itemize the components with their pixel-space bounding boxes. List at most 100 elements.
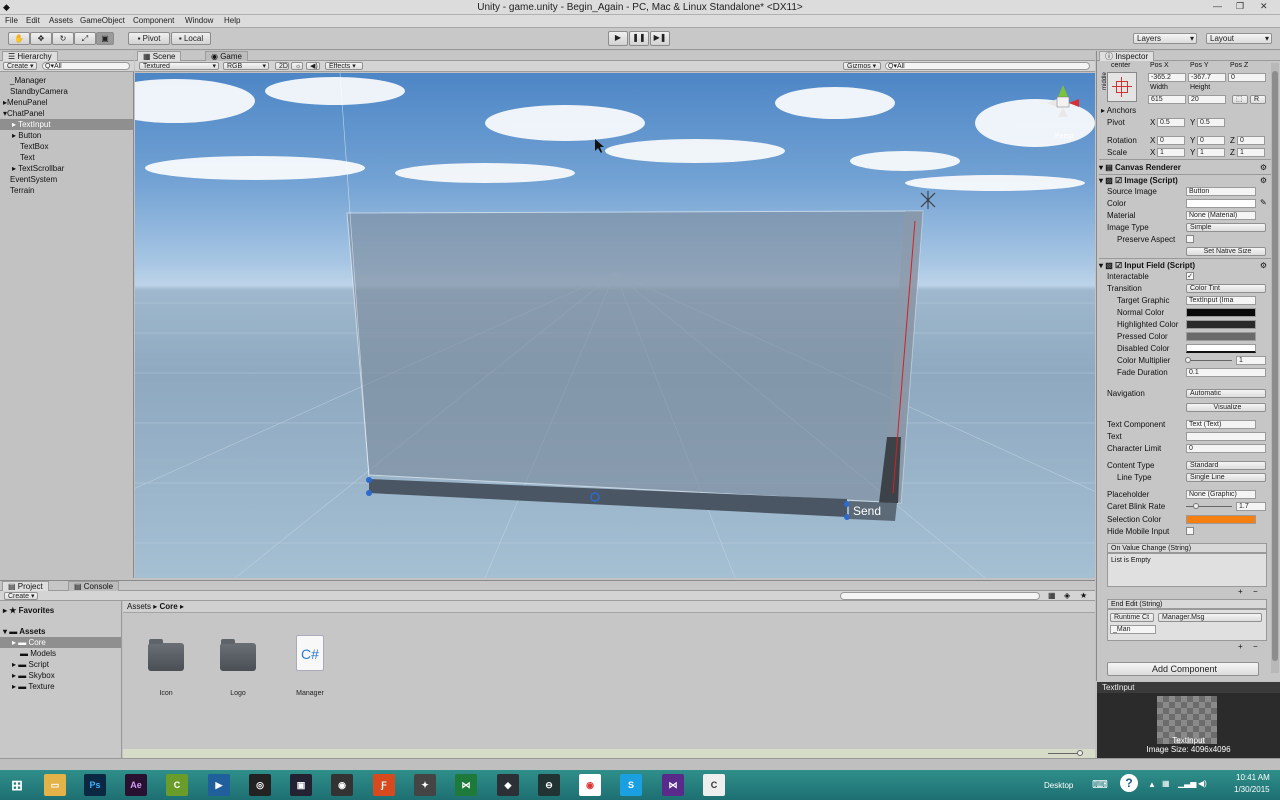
tab-project[interactable]: ▤ Project — [2, 581, 49, 591]
add-event-icon[interactable]: + — [1238, 587, 1243, 596]
hierarchy-item[interactable]: _Manager — [0, 75, 133, 86]
eyedropper-icon[interactable]: ✎ — [1260, 198, 1267, 207]
signal-icon[interactable]: ▁▃▅ — [1178, 779, 1196, 788]
pivot-toggle-button[interactable]: ▪ Pivot — [128, 32, 170, 45]
color-multiplier-slider-thumb[interactable] — [1185, 357, 1191, 363]
height-field[interactable]: 20 — [1188, 95, 1226, 104]
clock-date[interactable]: 1/30/2015 — [1234, 785, 1270, 794]
chrome-icon[interactable]: ◉ — [579, 774, 601, 796]
mode-2d-toggle[interactable]: 2D — [275, 62, 289, 70]
audio-toggle-icon[interactable]: ◀) — [306, 62, 320, 70]
normal-color-swatch[interactable] — [1186, 308, 1256, 317]
scene-search-input[interactable]: Q▾All — [885, 62, 1090, 70]
selection-color-swatch[interactable] — [1186, 515, 1256, 524]
maximize-icon[interactable]: ❐ — [1236, 1, 1244, 12]
photoshop-icon[interactable]: Ps — [84, 774, 106, 796]
hierarchy-item[interactable]: ▸ Button — [0, 130, 133, 141]
media-player-icon[interactable]: ▶ — [208, 774, 230, 796]
interactable-checkbox[interactable]: ✓ — [1186, 272, 1194, 280]
settings-gear-icon[interactable]: ⚙ — [1260, 260, 1267, 272]
chat-panel-quad[interactable] — [346, 210, 924, 504]
add-event-icon[interactable]: + — [1238, 642, 1243, 651]
tray-arrow-icon[interactable]: ▲ — [1148, 780, 1156, 789]
pressed-color-swatch[interactable] — [1186, 332, 1256, 341]
menu-assets[interactable]: Assets — [49, 16, 73, 25]
tab-console[interactable]: ▤ Console — [68, 581, 120, 591]
menu-component[interactable]: Component — [133, 16, 174, 25]
volume-icon[interactable]: ◀) — [1198, 779, 1207, 788]
filezilla-icon[interactable]: Ƒ — [373, 774, 395, 796]
icon-size-slider-thumb[interactable] — [1077, 750, 1083, 756]
preserve-aspect-checkbox[interactable] — [1186, 235, 1194, 243]
app-icon[interactable]: ⊖ — [538, 774, 560, 796]
hierarchy-item-selected[interactable]: ▸ TextInput — [0, 119, 133, 130]
scale-y-field[interactable]: 1 — [1197, 148, 1225, 157]
anchors-foldout[interactable]: ▸ Anchors — [1101, 106, 1136, 115]
runtime-dropdown[interactable]: Runtime Ct — [1110, 613, 1154, 622]
obs-icon[interactable]: ◎ — [249, 774, 271, 796]
color-multiplier-slider-track[interactable] — [1186, 360, 1232, 361]
folder-icon[interactable] — [220, 639, 256, 671]
text-field[interactable] — [1186, 432, 1266, 441]
menu-gameobject[interactable]: GameObject — [80, 16, 125, 25]
minimize-icon[interactable]: — — [1213, 1, 1222, 11]
windows-start-icon[interactable]: ⊞ — [6, 774, 28, 796]
desktop-toolbar-label[interactable]: Desktop — [1044, 781, 1073, 790]
menu-file[interactable]: File — [5, 16, 18, 25]
move-tool-icon[interactable]: ✥ — [30, 32, 52, 45]
settings-gear-icon[interactable]: ⚙ — [1260, 175, 1267, 187]
tab-game[interactable]: ◉ Game — [205, 51, 248, 61]
tree-folder-script[interactable]: ▸ ▬ Script — [0, 659, 121, 670]
menu-help[interactable]: Help — [224, 16, 240, 25]
hand-tool-icon[interactable]: ✋ — [8, 32, 30, 45]
pos-x-field[interactable]: -365.2 — [1148, 73, 1186, 82]
pos-z-field[interactable]: 0 — [1228, 73, 1266, 82]
scale-tool-icon[interactable]: ⤢ — [74, 32, 96, 45]
monitor-app-icon[interactable]: ▣ — [290, 774, 312, 796]
folder-icon[interactable] — [148, 639, 184, 671]
tree-folder-skybox[interactable]: ▸ ▬ Skybox — [0, 670, 121, 681]
settings-gear-icon[interactable]: ⚙ — [1260, 162, 1267, 174]
tab-inspector[interactable]: ⓘ Inspector — [1099, 51, 1155, 61]
clock-time[interactable]: 10:41 AM — [1236, 773, 1270, 782]
hierarchy-item[interactable]: ▸ TextScrollbar — [0, 163, 133, 174]
inspector-scroll-thumb[interactable] — [1272, 71, 1278, 661]
effects-dropdown[interactable]: Effects ▾ — [325, 62, 363, 70]
camtasia-recorder-icon[interactable]: C — [703, 774, 725, 796]
inkscape-icon[interactable]: ✦ — [414, 774, 436, 796]
scale-x-field[interactable]: 1 — [1157, 148, 1185, 157]
visual-studio-green-icon[interactable]: ⋈ — [455, 774, 477, 796]
visual-studio-icon[interactable]: ⋈ — [662, 774, 684, 796]
scale-z-field[interactable]: 1 — [1237, 148, 1265, 157]
scene-viewport[interactable]: Persp Send — [135, 73, 1095, 578]
material-field[interactable]: None (Material) — [1186, 211, 1256, 220]
rot-y-field[interactable]: 0 — [1197, 136, 1225, 145]
file-explorer-icon[interactable]: ▭ — [44, 774, 66, 796]
tab-hierarchy[interactable]: ☰ Hierarchy — [2, 51, 58, 61]
input-field-header[interactable]: ▾ ▧ ☑ Input Field (Script) ⚙ — [1099, 260, 1271, 272]
pivot-y-field[interactable]: 0.5 — [1197, 118, 1225, 127]
disabled-color-swatch[interactable] — [1186, 344, 1256, 353]
line-type-dropdown[interactable]: Single Line — [1186, 473, 1266, 482]
fade-duration-field[interactable]: 0.1 — [1186, 368, 1266, 377]
expand-arrow-icon[interactable]: ▸ — [12, 164, 16, 173]
project-search-input[interactable] — [840, 592, 1040, 600]
placeholder-field[interactable]: None (Graphic) — [1186, 490, 1256, 499]
tree-folder-core[interactable]: ▸ ▬ Core — [0, 637, 121, 648]
expand-arrow-icon[interactable]: ▸ — [12, 131, 16, 140]
anchor-preset-icon[interactable] — [1107, 72, 1137, 102]
pos-y-field[interactable]: -367.7 — [1188, 73, 1226, 82]
source-image-field[interactable]: Button — [1186, 187, 1256, 196]
asset-label[interactable]: Logo — [208, 690, 268, 697]
method-dropdown[interactable]: Manager.Msg — [1158, 613, 1262, 622]
hierarchy-create-dropdown[interactable]: Create ▾ — [3, 62, 37, 70]
filter-label-icon[interactable]: ◈ — [1064, 591, 1070, 600]
image-type-dropdown[interactable]: Simple — [1186, 223, 1266, 232]
color-swatch[interactable] — [1186, 199, 1256, 208]
caret-blink-slider-thumb[interactable] — [1193, 503, 1199, 509]
hierarchy-item[interactable]: EventSystem — [0, 174, 133, 185]
pivot-x-field[interactable]: 0.5 — [1157, 118, 1185, 127]
caret-blink-field[interactable]: 1.7 — [1236, 502, 1266, 511]
handle-point[interactable] — [366, 490, 372, 496]
project-create-dropdown[interactable]: Create ▾ — [4, 592, 38, 600]
